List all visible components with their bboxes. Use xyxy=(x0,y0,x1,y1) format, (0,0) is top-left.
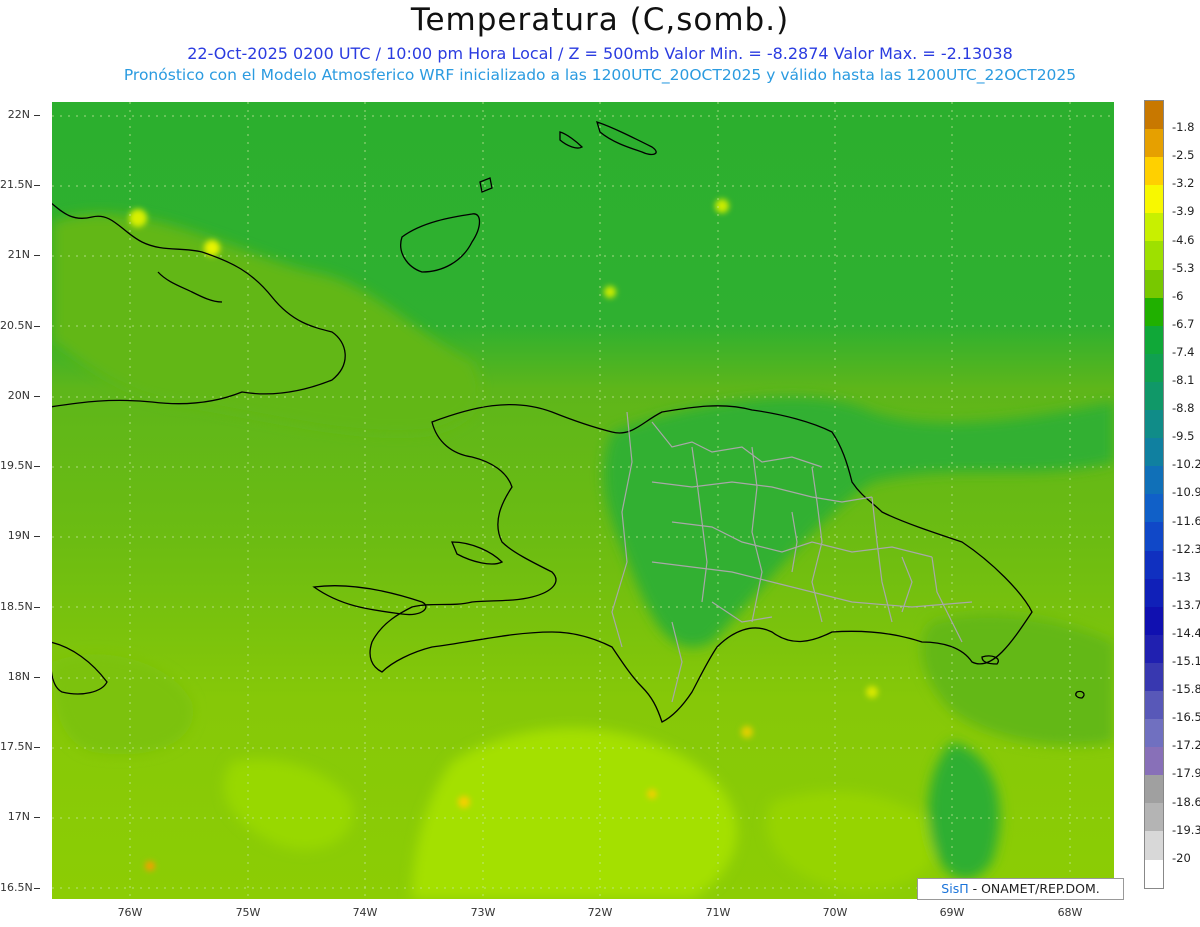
colorbar-label: -15.8 xyxy=(1172,682,1200,697)
colorbar-segment xyxy=(1145,466,1163,495)
sisp-logo: SisΠ xyxy=(941,881,969,896)
colorbar-label: -6 xyxy=(1172,288,1184,303)
colorbar-label: -13 xyxy=(1172,569,1191,584)
x-tick-label: 69W xyxy=(939,906,965,919)
colorbar-label: -8.8 xyxy=(1172,401,1195,416)
x-tick-label: 74W xyxy=(352,906,378,919)
map-subtitle-valid-time: 22-Oct-2025 0200 UTC / 10:00 pm Hora Loc… xyxy=(187,44,1013,63)
colorbar-label: -19.3 xyxy=(1172,822,1200,837)
y-tick-label: 19N xyxy=(0,529,40,542)
x-tick-label: 72W xyxy=(587,906,613,919)
colorbar-segment xyxy=(1145,101,1163,130)
colorbar-segment xyxy=(1145,381,1163,411)
x-tick-label: 70W xyxy=(822,906,848,919)
colorbar-label: -17.9 xyxy=(1172,766,1200,781)
y-tick-label: 17N xyxy=(0,810,40,823)
colorbar-segment xyxy=(1145,831,1163,860)
credit-box: SisΠ - ONAMET/REP.DOM. xyxy=(917,878,1124,900)
x-tick-label: 68W xyxy=(1057,906,1083,919)
colorbar-segment xyxy=(1145,719,1163,748)
colorbar-segment xyxy=(1145,241,1163,270)
y-tick-label: 16.5N xyxy=(0,881,40,894)
colorbar-segment xyxy=(1145,297,1163,326)
colorbar-segment xyxy=(1145,269,1163,298)
colorbar-segment xyxy=(1145,775,1163,804)
colorbar-label: -11.6 xyxy=(1172,513,1200,528)
colorbar-segment xyxy=(1145,438,1163,467)
colorbar-label: -8.1 xyxy=(1172,373,1195,387)
colorbar-label: -20 xyxy=(1172,850,1191,865)
colorbar-segment xyxy=(1145,634,1163,663)
colorbar-segment xyxy=(1145,606,1163,635)
temperature-map xyxy=(52,102,1114,899)
colorbar-segment xyxy=(1145,662,1163,691)
colorbar-segment xyxy=(1145,747,1163,776)
colorbar-label: -3.9 xyxy=(1172,204,1195,219)
colorbar-segment xyxy=(1145,213,1163,242)
colorbar-segment xyxy=(1145,185,1163,214)
colorbar-label: -10.2 xyxy=(1172,457,1200,472)
map-subtitle-model-run: Pronóstico con el Modelo Atmosferico WRF… xyxy=(123,66,1077,84)
colorbar-label: -1.8 xyxy=(1172,120,1195,135)
x-tick-label: 73W xyxy=(470,906,496,919)
x-tick-label: 75W xyxy=(235,906,261,919)
y-tick-label: 18N xyxy=(0,670,40,683)
colorbar-label: -5.3 xyxy=(1172,260,1195,275)
colorbar-segment xyxy=(1145,522,1163,551)
x-tick-label: 71W xyxy=(705,906,731,919)
y-tick-label: 21N xyxy=(0,248,40,261)
colorbar-label: -9.5 xyxy=(1172,429,1195,444)
colorbar-label: -3.2 xyxy=(1172,176,1195,191)
colorbar xyxy=(1144,100,1164,889)
colorbar-label: -16.5 xyxy=(1172,710,1200,725)
colorbar-label: -7.4 xyxy=(1172,344,1195,359)
colorbar-label: -14.4 xyxy=(1172,625,1200,640)
y-tick-label: 18.5N xyxy=(0,600,40,613)
colorbar-segment xyxy=(1145,859,1163,888)
y-tick-label: 22N xyxy=(0,108,40,121)
y-tick-label: 17.5N xyxy=(0,740,40,753)
x-tick-label: 76W xyxy=(117,906,143,919)
colorbar-segment xyxy=(1145,353,1163,382)
colorbar-segment xyxy=(1145,157,1163,186)
colorbar-segment xyxy=(1145,410,1163,439)
colorbar-segment xyxy=(1145,325,1163,354)
colorbar-label: -13.7 xyxy=(1172,597,1200,612)
credit-text: - ONAMET/REP.DOM. xyxy=(968,881,1100,896)
y-tick-label: 20N xyxy=(0,389,40,402)
colorbar-label: -12.3 xyxy=(1172,541,1200,556)
y-tick-label: 21.5N xyxy=(0,178,40,191)
colorbar-label: -2.5 xyxy=(1172,148,1195,163)
map-canvas xyxy=(52,102,1114,899)
colorbar-label: -10.9 xyxy=(1172,485,1200,500)
colorbar-label: -4.6 xyxy=(1172,232,1195,247)
colorbar-label: -18.6 xyxy=(1172,794,1200,809)
colorbar-segment xyxy=(1145,550,1163,579)
colorbar-segment xyxy=(1145,494,1163,523)
y-tick-label: 19.5N xyxy=(0,459,40,472)
colorbar-label: -6.7 xyxy=(1172,316,1195,331)
colorbar-label: -15.1 xyxy=(1172,654,1200,668)
colorbar-segment xyxy=(1145,129,1163,158)
colorbar-segment xyxy=(1145,690,1163,720)
y-tick-label: 20.5N xyxy=(0,319,40,332)
map-title: Temperatura (C,somb.) xyxy=(410,2,790,38)
colorbar-segment xyxy=(1145,578,1163,607)
colorbar-segment xyxy=(1145,803,1163,832)
colorbar-label: -17.2 xyxy=(1172,738,1200,753)
